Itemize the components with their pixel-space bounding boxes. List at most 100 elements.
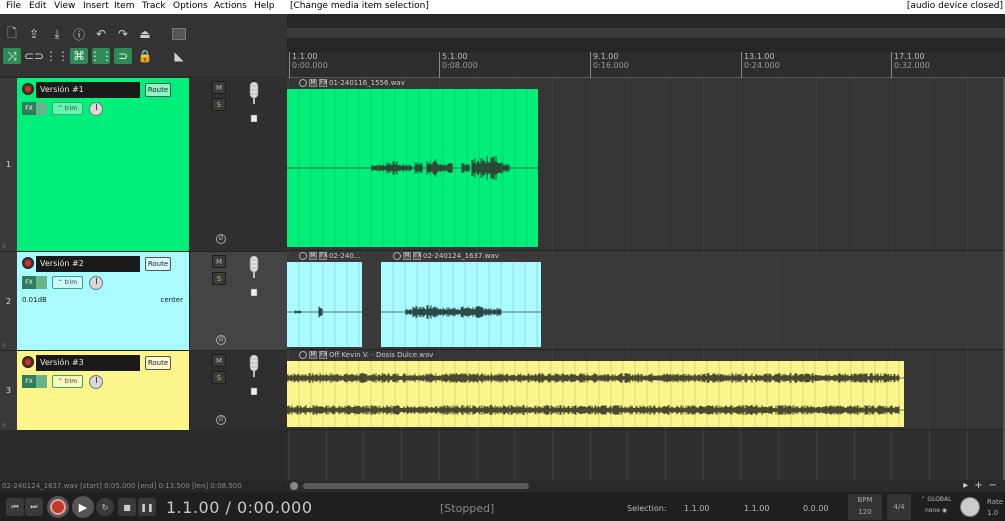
- menu-help[interactable]: Help: [254, 1, 275, 11]
- solo-button[interactable]: S: [212, 272, 226, 285]
- item-mute-icon[interactable]: M: [309, 351, 317, 359]
- open-project-icon[interactable]: ⇪: [25, 26, 43, 42]
- media-item[interactable]: [287, 89, 538, 247]
- save-project-icon[interactable]: ⤓: [48, 26, 66, 42]
- route-button[interactable]: Route: [145, 83, 171, 97]
- item-fx-icon[interactable]: FX: [319, 252, 328, 260]
- item-header-t2b[interactable]: M FX 02-240124_1637.wav: [393, 251, 499, 261]
- fx-button[interactable]: FX: [22, 276, 36, 289]
- item-header-t2a[interactable]: M FX 02-240...: [299, 251, 360, 261]
- go-to-start-icon[interactable]: ⏮: [6, 498, 24, 516]
- record-arm-icon[interactable]: [22, 83, 34, 95]
- snap-icon[interactable]: ⌘: [70, 48, 88, 64]
- item-power-icon[interactable]: [393, 252, 401, 260]
- fx-bypass-button[interactable]: [36, 102, 47, 115]
- selection-length[interactable]: 0.0.00: [803, 504, 828, 513]
- media-item[interactable]: [381, 262, 541, 347]
- tempo-box[interactable]: BPM 120: [848, 494, 882, 520]
- mute-button[interactable]: M: [212, 255, 226, 268]
- toolbar-spacer-icon[interactable]: [172, 28, 186, 40]
- track-panel[interactable]: Versión #3 Route FX ⌃ trim: [17, 351, 189, 430]
- region-strip[interactable]: [287, 28, 1005, 38]
- envelope-lock-icon[interactable]: ⋮⋮: [89, 48, 113, 64]
- item-mute-icon[interactable]: M: [309, 79, 317, 87]
- mute-button[interactable]: M: [212, 81, 226, 94]
- track-panel[interactable]: Versión #1 Route FX ⌃ trim: [17, 78, 189, 251]
- playrate-knob[interactable]: [960, 497, 980, 517]
- volume-knob[interactable]: [89, 375, 103, 389]
- track-number[interactable]: 1 8: [0, 78, 17, 251]
- track-number[interactable]: 2 8: [0, 252, 17, 350]
- go-to-end-icon[interactable]: ⏭: [25, 498, 43, 516]
- track-panel[interactable]: Versión #2 Route FX ⌃ trim 0.01dB center: [17, 252, 189, 350]
- loop-points-icon[interactable]: ⊃: [114, 48, 132, 64]
- volume-knob[interactable]: [89, 276, 103, 290]
- global-automation-override[interactable]: ⌃ GLOBAL none ◉: [917, 494, 955, 520]
- mute-button[interactable]: M: [212, 354, 226, 367]
- stop-button[interactable]: ■: [118, 498, 136, 516]
- route-button[interactable]: Route: [145, 257, 171, 271]
- ripple-edit-icon[interactable]: ⤨: [3, 48, 21, 64]
- transport-position[interactable]: 1.1.00 / 0:00.000: [166, 498, 313, 517]
- audio-device-status[interactable]: [audio device closed]: [907, 1, 1003, 11]
- menu-file[interactable]: File: [6, 1, 21, 11]
- record-button[interactable]: [47, 496, 69, 518]
- track-3[interactable]: 3 8 Versión #3 Route FX ⌃ trim M S Ø: [0, 350, 287, 430]
- automation-mode-button[interactable]: ⌃ trim: [52, 102, 83, 115]
- item-power-icon[interactable]: [299, 252, 307, 260]
- project-settings-icon[interactable]: ⓘ: [70, 26, 88, 42]
- menu-edit[interactable]: Edit: [29, 1, 46, 11]
- solo-button[interactable]: S: [212, 98, 226, 111]
- phase-invert-icon[interactable]: Ø: [216, 234, 226, 244]
- undo-icon[interactable]: ↶: [92, 26, 110, 42]
- item-mute-icon[interactable]: M: [309, 252, 317, 260]
- scroll-left-icon[interactable]: [290, 482, 298, 490]
- menu-options[interactable]: Options: [173, 1, 208, 11]
- track-1[interactable]: 1 8 Versión #1 Route FX ⌃ trim M S Ø: [0, 78, 287, 251]
- fx-button[interactable]: FX: [22, 375, 36, 388]
- media-item[interactable]: [287, 262, 362, 347]
- track-name-field[interactable]: Versión #2: [36, 256, 140, 272]
- record-arm-icon[interactable]: [22, 257, 34, 269]
- timeline-ruler[interactable]: 1.1.00 0:00.000 5.1.00 0:08.000 9.1.00 0…: [287, 52, 1005, 78]
- route-button[interactable]: Route: [145, 356, 171, 370]
- track-name-field[interactable]: Versión #1: [36, 82, 140, 98]
- redo-icon[interactable]: ↷: [114, 26, 132, 42]
- scroll-thumb[interactable]: [303, 483, 529, 489]
- item-mute-icon[interactable]: M: [403, 252, 411, 260]
- menu-insert[interactable]: Insert: [83, 1, 109, 11]
- menu-track[interactable]: Track: [142, 1, 166, 11]
- time-signature[interactable]: 4/4: [887, 494, 911, 520]
- empty-lane-area[interactable]: [287, 430, 1005, 480]
- new-project-icon[interactable]: 🗋: [3, 26, 21, 42]
- playrate-control[interactable]: Rate 1.0: [960, 494, 1005, 520]
- arrange-view[interactable]: M FX 01-240116_1556.wav M FX 02-240... M…: [287, 78, 1005, 480]
- pause-button[interactable]: ❚❚: [138, 498, 156, 516]
- item-fx-icon[interactable]: FX: [413, 252, 422, 260]
- grid-icon[interactable]: ⋮⋮: [45, 48, 69, 64]
- repeat-toggle-icon[interactable]: ↻: [96, 498, 114, 516]
- item-header-t1[interactable]: M FX 01-240116_1556.wav: [299, 78, 405, 88]
- phase-invert-icon[interactable]: Ø: [216, 415, 226, 425]
- menu-view[interactable]: View: [54, 1, 75, 11]
- item-power-icon[interactable]: [299, 351, 307, 359]
- item-power-icon[interactable]: [299, 79, 307, 87]
- play-button[interactable]: ▶: [72, 496, 94, 518]
- selection-end[interactable]: 1.1.00: [744, 504, 769, 513]
- record-arm-icon[interactable]: [22, 356, 34, 368]
- volume-knob[interactable]: [89, 102, 103, 116]
- track-number[interactable]: 3 8: [0, 351, 17, 430]
- phase-invert-icon[interactable]: Ø: [216, 335, 226, 345]
- fx-bypass-button[interactable]: [36, 375, 47, 388]
- fx-bypass-button[interactable]: [36, 276, 47, 289]
- horizontal-scrollbar[interactable]: ▸+−: [287, 480, 1005, 492]
- item-fx-icon[interactable]: FX: [319, 351, 328, 359]
- zoom-controls[interactable]: ▸+−: [963, 480, 1003, 491]
- item-header-t3[interactable]: M FX Off Kevin V. - Dosis Dulce.wav: [299, 350, 433, 360]
- fx-button[interactable]: FX: [22, 102, 36, 115]
- track-2[interactable]: 2 8 Versión #2 Route FX ⌃ trim 0.01dB ce…: [0, 251, 287, 350]
- menu-item[interactable]: Item: [114, 1, 135, 11]
- track-name-field[interactable]: Versión #3: [36, 355, 140, 371]
- auto-crossfade-icon[interactable]: ◣: [170, 48, 188, 64]
- item-fx-icon[interactable]: FX: [319, 79, 328, 87]
